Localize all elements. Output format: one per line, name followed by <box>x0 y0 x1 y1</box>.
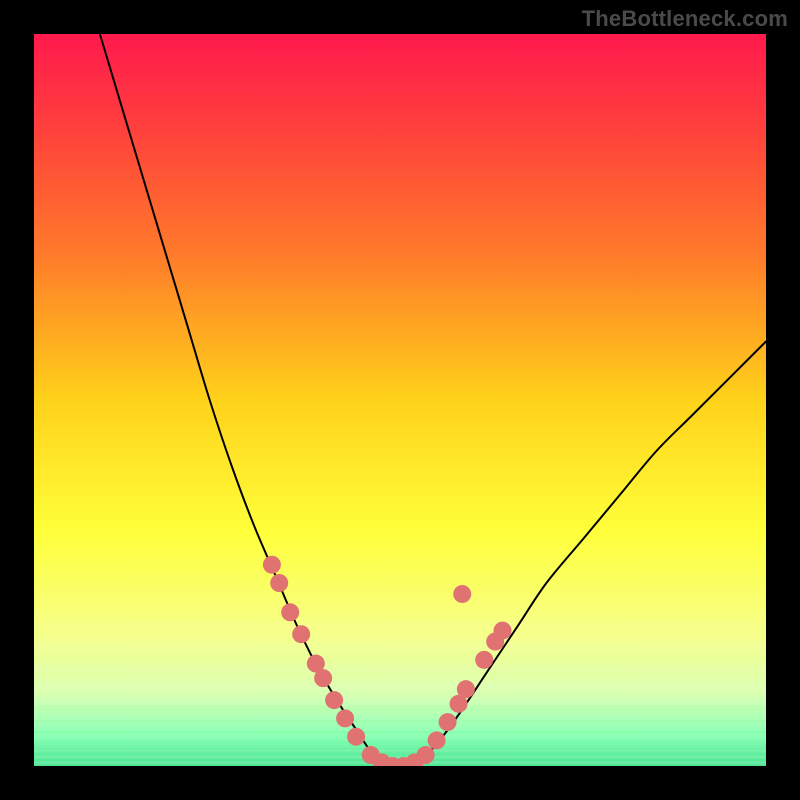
data-point-marker <box>325 691 343 709</box>
data-point-marker <box>336 709 354 727</box>
gradient-background <box>34 34 766 766</box>
data-point-marker <box>281 603 299 621</box>
chart-frame: TheBottleneck.com <box>0 0 800 800</box>
data-point-marker <box>439 713 457 731</box>
data-point-marker <box>428 731 446 749</box>
chart-svg <box>34 34 766 766</box>
data-point-marker <box>475 651 493 669</box>
data-point-marker <box>314 669 332 687</box>
watermark-text: TheBottleneck.com <box>582 6 788 32</box>
data-point-marker <box>270 574 288 592</box>
data-point-marker <box>457 680 475 698</box>
plot-area <box>34 34 766 766</box>
data-point-marker <box>453 585 471 603</box>
data-point-marker <box>347 728 365 746</box>
data-point-marker <box>417 746 435 764</box>
data-point-marker <box>263 556 281 574</box>
data-point-marker <box>292 625 310 643</box>
data-point-marker <box>493 622 511 640</box>
